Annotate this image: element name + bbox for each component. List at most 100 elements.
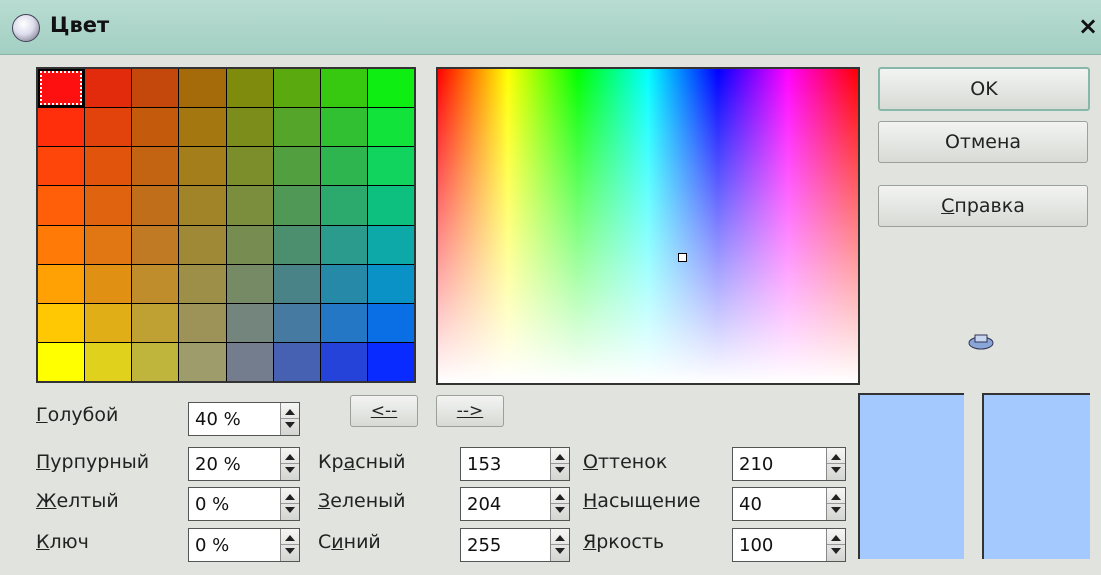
palette-swatch[interactable] (179, 225, 226, 264)
palette-swatch[interactable] (132, 69, 179, 108)
palette-swatch[interactable] (367, 225, 414, 264)
key-down-icon[interactable] (285, 548, 295, 554)
saturation-up-icon[interactable] (831, 494, 841, 500)
blue-down-icon[interactable] (555, 548, 565, 554)
saturation-down-icon[interactable] (831, 507, 841, 513)
palette-swatch[interactable] (179, 108, 226, 147)
palette-swatch[interactable] (38, 225, 85, 264)
red-spinbox[interactable]: 153 (460, 447, 570, 481)
magenta-spinbox[interactable]: 20 % (188, 447, 300, 481)
palette-swatch[interactable] (320, 186, 367, 225)
hue-value[interactable]: 210 (739, 454, 773, 475)
saturation-value[interactable]: 40 (739, 494, 762, 515)
palette-swatch[interactable] (132, 303, 179, 342)
palette-swatch[interactable] (226, 342, 273, 381)
brightness-down-icon[interactable] (831, 548, 841, 554)
blue-up-icon[interactable] (555, 535, 565, 541)
hue-up-icon[interactable] (831, 454, 841, 460)
hue-spinbox[interactable]: 210 (732, 447, 846, 481)
palette-swatch[interactable] (367, 108, 414, 147)
cyan-up-icon[interactable] (285, 409, 295, 415)
color-palette[interactable] (36, 67, 416, 383)
palette-swatch[interactable] (320, 342, 367, 381)
palette-swatch[interactable] (226, 108, 273, 147)
palette-swatch[interactable] (38, 186, 85, 225)
palette-swatch[interactable] (85, 186, 132, 225)
brightness-up-icon[interactable] (831, 535, 841, 541)
palette-swatch[interactable] (38, 108, 85, 147)
ok-button[interactable]: OK (878, 67, 1090, 111)
palette-swatch[interactable] (38, 303, 85, 342)
palette-swatch[interactable] (38, 264, 85, 303)
copy-right-button[interactable]: --> (436, 395, 504, 427)
palette-swatch[interactable] (226, 186, 273, 225)
palette-swatch[interactable] (273, 147, 320, 186)
palette-swatch[interactable] (132, 147, 179, 186)
key-up-icon[interactable] (285, 535, 295, 541)
palette-swatch[interactable] (85, 303, 132, 342)
palette-swatch[interactable] (226, 303, 273, 342)
palette-swatch[interactable] (226, 69, 273, 108)
palette-swatch[interactable] (367, 186, 414, 225)
palette-swatch[interactable] (179, 147, 226, 186)
yellow-spinbox[interactable]: 0 % (188, 487, 300, 521)
red-value[interactable]: 153 (467, 454, 501, 475)
palette-swatch[interactable] (85, 147, 132, 186)
palette-swatch[interactable] (38, 147, 85, 186)
palette-swatch[interactable] (367, 303, 414, 342)
palette-swatch[interactable] (273, 69, 320, 108)
palette-swatch[interactable] (85, 225, 132, 264)
palette-swatch[interactable] (320, 264, 367, 303)
palette-swatch[interactable] (85, 108, 132, 147)
cyan-spinbox[interactable]: 40 % (188, 402, 300, 436)
key-value[interactable]: 0 % (195, 535, 229, 556)
cancel-button[interactable]: Отмена (878, 121, 1088, 163)
palette-swatch[interactable] (179, 303, 226, 342)
yellow-down-icon[interactable] (285, 507, 295, 513)
magenta-down-icon[interactable] (285, 467, 295, 473)
palette-swatch[interactable] (273, 264, 320, 303)
palette-swatch[interactable] (85, 342, 132, 381)
cyan-down-icon[interactable] (285, 422, 295, 428)
copy-left-button[interactable]: <-- (350, 395, 418, 427)
yellow-value[interactable]: 0 % (195, 494, 229, 515)
magenta-spin-buttons[interactable] (280, 448, 299, 480)
red-up-icon[interactable] (555, 454, 565, 460)
palette-swatch[interactable] (273, 108, 320, 147)
green-spin-buttons[interactable] (550, 488, 569, 520)
close-button[interactable]: × (1078, 12, 1098, 40)
palette-swatch[interactable] (320, 108, 367, 147)
palette-swatch[interactable] (367, 342, 414, 381)
palette-swatch[interactable] (132, 225, 179, 264)
palette-swatch[interactable] (367, 264, 414, 303)
magenta-up-icon[interactable] (285, 454, 295, 460)
palette-swatch[interactable] (179, 69, 226, 108)
palette-swatch[interactable] (273, 225, 320, 264)
spectrum-marker[interactable] (678, 253, 687, 262)
palette-swatch[interactable] (320, 69, 367, 108)
palette-swatch[interactable] (85, 264, 132, 303)
palette-swatch[interactable] (179, 186, 226, 225)
palette-swatch[interactable] (226, 225, 273, 264)
green-up-icon[interactable] (555, 494, 565, 500)
palette-swatch[interactable] (273, 186, 320, 225)
saturation-spinbox[interactable]: 40 (732, 487, 846, 521)
brightness-spinbox[interactable]: 100 (732, 528, 846, 562)
palette-swatch[interactable] (85, 69, 132, 108)
red-down-icon[interactable] (555, 467, 565, 473)
hue-down-icon[interactable] (831, 467, 841, 473)
magenta-value[interactable]: 20 % (195, 454, 241, 475)
palette-swatch[interactable] (320, 225, 367, 264)
palette-swatch[interactable] (320, 303, 367, 342)
blue-value[interactable]: 255 (467, 535, 501, 556)
blue-spinbox[interactable]: 255 (460, 528, 570, 562)
palette-swatch[interactable] (179, 264, 226, 303)
key-spinbox[interactable]: 0 % (188, 528, 300, 562)
palette-swatch[interactable] (38, 342, 85, 381)
palette-swatch[interactable] (132, 342, 179, 381)
palette-swatch[interactable] (179, 342, 226, 381)
green-down-icon[interactable] (555, 507, 565, 513)
palette-swatch[interactable] (273, 303, 320, 342)
blue-spin-buttons[interactable] (550, 529, 569, 561)
cyan-value[interactable]: 40 % (195, 409, 241, 430)
